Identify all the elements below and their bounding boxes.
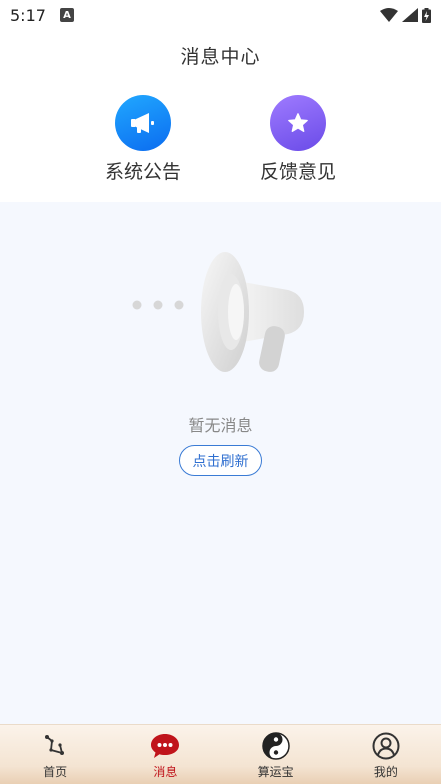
tab-home[interactable]: 首页	[0, 725, 110, 784]
tab-suanyunbao[interactable]: 算运宝	[221, 725, 331, 784]
wifi-icon	[380, 8, 398, 22]
tab-messages[interactable]: 消息	[110, 725, 220, 784]
status-indicators	[380, 7, 431, 23]
constellation-icon	[40, 731, 70, 761]
signal-icon	[402, 8, 418, 22]
tab-profile-label: 我的	[373, 765, 398, 779]
tab-profile[interactable]: 我的	[331, 725, 441, 784]
system-announcement-button[interactable]: 系统公告	[83, 95, 203, 184]
battery-icon	[422, 7, 431, 23]
notification-icon: A	[59, 8, 74, 22]
tab-messages-label: 消息	[153, 765, 178, 779]
refresh-button[interactable]: 点击刷新	[179, 445, 262, 476]
bottom-tab-bar: 首页 消息 算运宝 我的	[0, 724, 441, 784]
star-icon	[270, 95, 326, 151]
tab-suanyunbao-label: 算运宝	[257, 765, 294, 779]
yin-yang-icon	[261, 731, 291, 761]
system-announcement-label: 系统公告	[104, 161, 181, 183]
empty-megaphone-illustration	[132, 252, 304, 372]
chat-bubble-icon	[150, 731, 180, 761]
status-bar: 5:17 A	[0, 0, 441, 30]
empty-state-text: 暂无消息	[188, 416, 253, 435]
user-icon	[371, 731, 401, 761]
page-title: 消息中心	[180, 46, 261, 68]
status-time: 5:17	[10, 5, 46, 25]
feedback-button[interactable]: 反馈意见	[238, 95, 358, 184]
tab-home-label: 首页	[43, 765, 68, 779]
megaphone-icon	[115, 95, 171, 151]
feedback-label: 反馈意见	[259, 161, 336, 183]
